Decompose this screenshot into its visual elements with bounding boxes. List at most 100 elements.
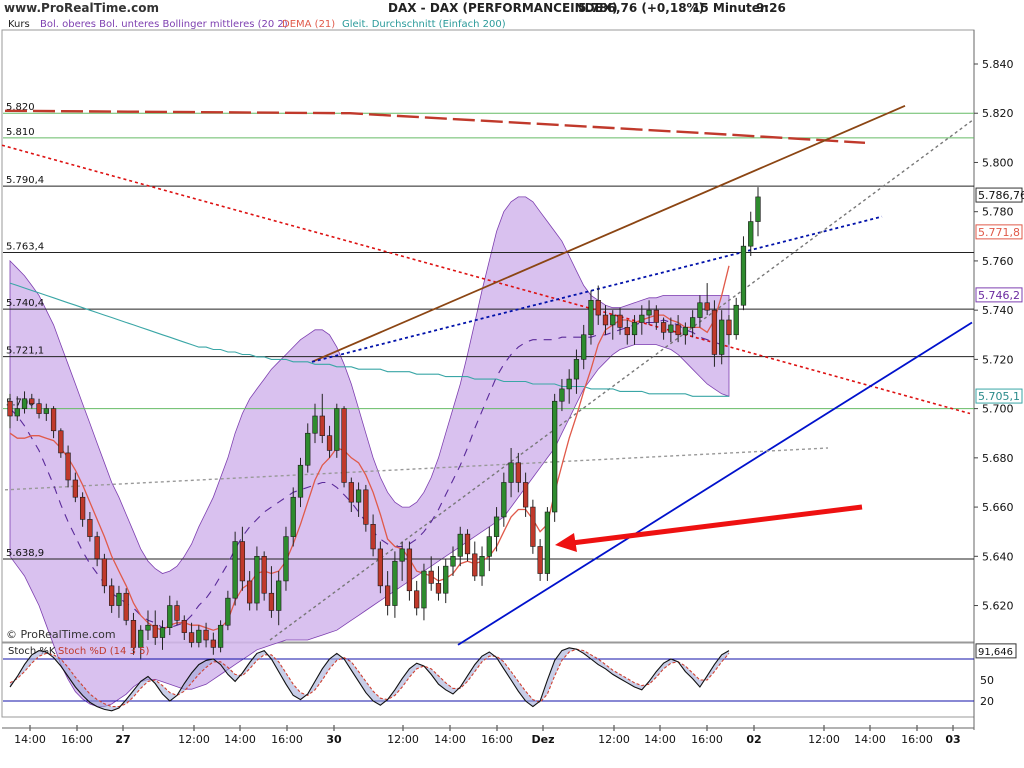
y-tick-label-7: 5.700	[982, 403, 1014, 416]
value-tag-label-1: 5.771,8	[978, 226, 1020, 239]
candle-body-35	[262, 556, 267, 593]
candle-body-65	[480, 556, 485, 576]
candle-body-77	[567, 379, 572, 389]
x-tick-label-5: 16:00	[271, 733, 303, 746]
x-tick-label-10: Dez	[532, 733, 555, 746]
y-tick-label-6: 5.720	[982, 353, 1014, 366]
candle-body-84	[618, 315, 623, 327]
candle-body-30	[226, 598, 231, 625]
candle-body-89	[654, 310, 659, 322]
candle-body-28	[211, 640, 216, 647]
candle-body-12	[95, 537, 100, 559]
candle-body-90	[661, 322, 666, 332]
candle-body-34	[255, 556, 260, 603]
candle-body-36	[269, 593, 274, 610]
candle-body-82	[603, 315, 608, 325]
x-tick-label-18: 03	[945, 733, 960, 746]
candle-body-56	[414, 591, 419, 608]
candle-body-32	[240, 542, 245, 581]
candle-body-1	[15, 409, 20, 416]
candle-body-48	[356, 490, 361, 502]
candle-body-25	[189, 633, 194, 643]
x-tick-label-7: 12:00	[387, 733, 419, 746]
candle-body-85	[625, 327, 630, 334]
candle-body-15	[117, 593, 122, 605]
candle-body-69	[509, 463, 514, 483]
candle-body-3	[29, 399, 34, 404]
candle-body-0	[8, 401, 13, 416]
candle-body-10	[80, 497, 85, 519]
candle-body-96	[705, 303, 710, 310]
candle-body-37	[276, 581, 281, 611]
candle-body-42	[313, 416, 318, 433]
candle-body-61	[451, 556, 456, 566]
candle-body-41	[305, 433, 310, 465]
candle-body-49	[364, 490, 369, 524]
x-tick-label-6: 30	[326, 733, 342, 746]
candle-body-38	[284, 537, 289, 581]
candle-body-91	[669, 325, 674, 332]
candle-body-4	[37, 404, 42, 414]
candle-body-8	[66, 453, 71, 480]
candle-body-73	[538, 546, 543, 573]
candle-body-66	[487, 537, 492, 557]
bollinger-band-fill	[10, 197, 729, 707]
candle-body-83	[610, 315, 615, 325]
candle-body-79	[581, 335, 586, 360]
candle-body-45	[334, 409, 339, 451]
value-tag-label-2: 5.746,2	[978, 289, 1020, 302]
candle-body-50	[371, 524, 376, 549]
candle-body-74	[545, 512, 550, 574]
candle-body-93	[683, 327, 688, 334]
candle-body-101	[741, 246, 746, 305]
x-tick-label-1: 16:00	[61, 733, 93, 746]
candle-body-57	[422, 571, 427, 608]
x-tick-label-14: 02	[746, 733, 761, 746]
candle-body-67	[494, 517, 499, 537]
y-tick-label-4: 5.760	[982, 255, 1014, 268]
price-chart[interactable]: 5.8205.8105.790,45.763,45.740,45.721,15.…	[0, 0, 1024, 768]
candle-body-29	[218, 625, 223, 647]
candle-body-102	[748, 222, 753, 247]
candle-body-11	[88, 519, 93, 536]
grey-dotted-channel-line	[270, 121, 972, 640]
x-tick-label-11: 12:00	[598, 733, 630, 746]
candle-body-46	[342, 409, 347, 483]
candle-body-21	[160, 628, 165, 638]
candle-body-72	[531, 507, 536, 546]
candle-body-87	[639, 315, 644, 322]
x-tick-label-13: 16:00	[691, 733, 723, 746]
candle-body-40	[298, 465, 303, 497]
x-tick-label-8: 14:00	[434, 733, 466, 746]
candle-body-100	[734, 305, 739, 335]
candle-body-92	[676, 325, 681, 335]
stoch-legend-d: Stoch %D (14 3 5)	[58, 646, 149, 657]
candle-body-53	[393, 561, 398, 605]
candle-body-43	[320, 416, 325, 436]
candle-body-6	[51, 409, 56, 431]
y-tick-label-8: 5.680	[982, 452, 1014, 465]
stoch-value-tag-label-0: 91,646	[978, 647, 1013, 658]
candle-body-52	[385, 586, 390, 606]
candle-body-103	[756, 197, 761, 222]
candle-body-64	[472, 554, 477, 576]
candle-body-31	[233, 542, 238, 599]
candle-body-5	[44, 409, 49, 414]
candle-body-62	[458, 534, 463, 556]
x-tick-label-12: 14:00	[644, 733, 676, 746]
x-tick-label-0: 14:00	[14, 733, 46, 746]
candle-body-23	[175, 606, 180, 621]
candle-body-98	[719, 320, 724, 354]
candle-body-14	[109, 586, 114, 606]
level-label-1: 5.810	[6, 127, 35, 138]
candle-body-54	[400, 549, 405, 561]
candle-body-55	[407, 549, 412, 591]
candle-body-71	[523, 482, 528, 507]
level-label-4: 5.740,4	[6, 298, 44, 309]
candle-body-17	[131, 620, 136, 647]
candle-body-94	[690, 318, 695, 328]
candle-body-86	[632, 322, 637, 334]
candle-body-78	[574, 359, 579, 379]
candle-body-44	[327, 436, 332, 451]
candle-body-39	[291, 497, 296, 536]
